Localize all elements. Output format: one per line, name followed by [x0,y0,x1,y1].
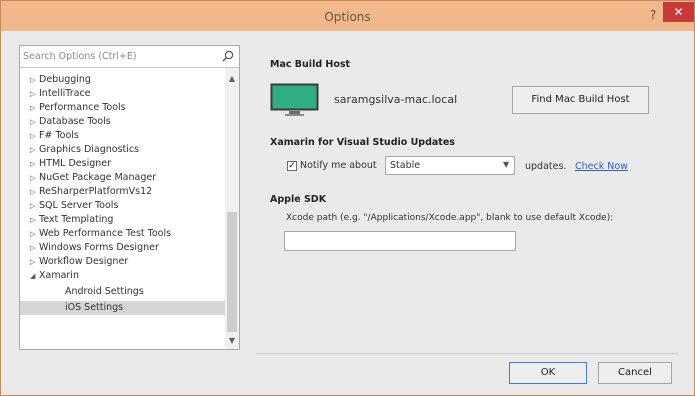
find-mac-build-host-button[interactable]: Find Mac Build Host [512,86,649,114]
expand-arrow-icon[interactable]: ▷ [30,185,38,199]
tree-item-text-templating[interactable]: ▷ Text Templating [20,213,225,227]
tree-item-fsharp-tools[interactable]: ▷ F# Tools [20,129,225,143]
tree-item-label: Text Templating [39,214,114,225]
tree-item-label: Graphics Diagnostics [39,144,140,155]
tree-item-label: Xamarin [39,270,79,281]
close-button[interactable]: ✕ [663,2,694,22]
tree-item-label: Performance Tools [39,102,126,113]
update-channel-value: Stable [390,160,421,171]
tree-item-label: HTML Designer [39,158,112,169]
tree-item-debugging[interactable]: ▷ Debugging [20,73,225,87]
scroll-down-icon[interactable]: ▼ [225,334,239,348]
expand-arrow-icon[interactable]: ▷ [30,213,38,227]
expand-arrow-icon[interactable]: ▷ [30,101,38,115]
window-title: Options [324,10,371,24]
tree-item-performance-tools[interactable]: ▷ Performance Tools [20,101,225,115]
chevron-down-icon: ▼ [503,160,510,169]
expand-arrow-icon[interactable]: ▷ [30,255,38,269]
search-input[interactable] [23,49,213,64]
tree-item-label: iOS Settings [65,302,124,313]
tree-item-database-tools[interactable]: ▷ Database Tools [20,115,225,129]
search-icon[interactable] [222,50,234,62]
tree-item-workflow-designer[interactable]: ▷ Workflow Designer [20,255,225,269]
tree-item-intellitrace[interactable]: ▷ IntelliTrace [20,87,225,101]
tree-item-label: ReSharperPlatformVs12 [39,186,153,197]
options-tree: ▷ Debugging ▷ IntelliTrace ▷ Performance To… [20,73,225,348]
expand-arrow-icon[interactable]: ▷ [30,227,38,241]
tree-item-label: F# Tools [39,130,79,141]
title-bar: Options ? ✕ [1,1,694,31]
help-button[interactable]: ? [646,7,660,23]
tree-item-windows-forms-designer[interactable]: ▷ Windows Forms Designer [20,241,225,255]
tree-item-xamarin[interactable]: ◢ Xamarin [20,269,225,283]
options-sidebar: ▷Debugging ▷IntelliTrace ▷Performance To… [19,45,240,350]
tree-scrollbar[interactable]: ▲ ▼ [225,68,239,349]
footer-divider [256,353,679,354]
expand-arrow-icon[interactable]: ▷ [30,73,38,87]
check-now-link[interactable]: Check Now [575,161,628,172]
expand-arrow-icon[interactable]: ▷ [30,199,38,213]
options-dialog: Options ? ✕ ▷Debugging ▷IntelliTrace ▷Pe… [0,0,695,396]
expand-arrow-icon[interactable]: ▷ [30,129,38,143]
mac-host-name: saramgsilva-mac.local [334,93,458,106]
xcode-path-input[interactable] [284,231,516,251]
collapse-arrow-icon[interactable]: ◢ [30,269,38,283]
update-channel-select[interactable]: Stable ▼ [385,156,515,175]
ok-button[interactable]: OK [509,362,587,384]
tree-item-nuget-package-manager[interactable]: ▷ NuGet Package Manager [20,171,225,185]
tree-item-label: Database Tools [39,116,111,127]
expand-arrow-icon[interactable]: ▷ [30,87,38,101]
tree-item-android-settings[interactable]: Android Settings [20,285,225,299]
tree-item-label: NuGet Package Manager [39,172,157,183]
monitor-icon [270,83,319,116]
tree-item-html-designer[interactable]: ▷ HTML Designer [20,157,225,171]
apple-sdk-title: Apple SDK [270,194,327,205]
notify-checkbox[interactable]: ✓ [287,161,297,171]
tree-item-label: SQL Server Tools [39,200,119,211]
tree-item-sql-server-tools[interactable]: ▷ SQL Server Tools [20,199,225,213]
tree-item-ios-settings[interactable]: iOS Settings [20,301,225,315]
tree-item-label: IntelliTrace [39,88,91,99]
expand-arrow-icon[interactable]: ▷ [30,157,38,171]
updates-title: Xamarin for Visual Studio Updates [270,137,455,148]
tree-item-web-performance-test-tools[interactable]: ▷ Web Performance Test Tools [20,227,225,241]
cancel-button[interactable]: Cancel [598,362,672,384]
tree-item-label: Debugging [39,74,91,85]
tree-item-resharper-platform[interactable]: ▷ ReSharperPlatformVs12 [20,185,225,199]
notify-label: Notify me about [300,160,377,171]
scroll-up-icon[interactable]: ▲ [225,72,239,86]
expand-arrow-icon[interactable]: ▷ [30,115,38,129]
expand-arrow-icon[interactable]: ▷ [30,171,38,185]
updates-suffix-label: updates. [525,161,567,172]
tree-item-graphics-diagnostics[interactable]: ▷ Graphics Diagnostics [20,143,225,157]
xcode-path-label: Xcode path (e.g. "/Applications/Xcode.ap… [286,213,614,223]
expand-arrow-icon[interactable]: ▷ [30,241,38,255]
scrollbar-thumb[interactable] [227,212,237,332]
tree-item-label: Workflow Designer [39,256,129,267]
expand-arrow-icon[interactable]: ▷ [30,143,38,157]
tree-item-label: Windows Forms Designer [39,242,159,253]
mac-build-host-title: Mac Build Host [270,59,351,70]
tree-item-label: Web Performance Test Tools [39,228,172,239]
tree-item-label: Android Settings [65,286,144,297]
search-box [20,46,239,68]
